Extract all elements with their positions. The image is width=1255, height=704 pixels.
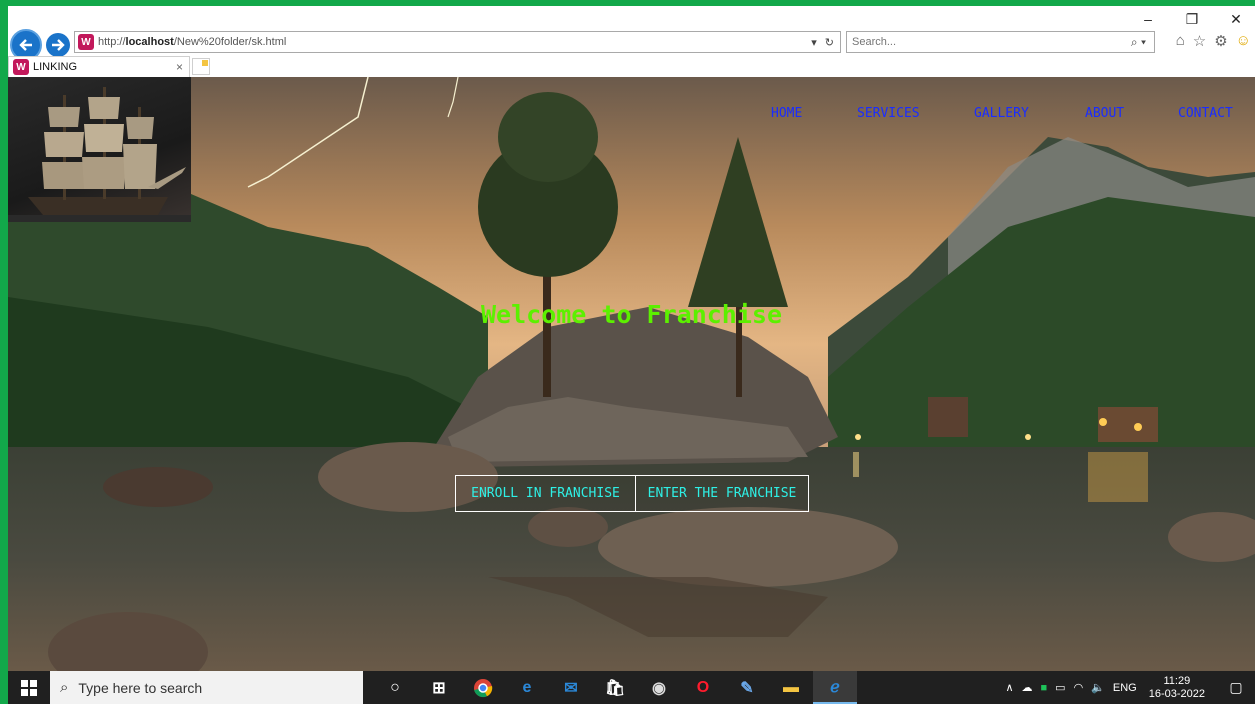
search-icon[interactable]: ⌕ ▾ (1131, 35, 1154, 50)
taskbar-search[interactable]: ⌕ Type here to search (50, 671, 363, 704)
enroll-button[interactable]: ENROLL IN FRANCHISE (455, 475, 636, 512)
favorites-star-icon[interactable]: ☆ (1193, 32, 1206, 50)
store-icon[interactable]: 🛍 (593, 671, 637, 704)
search-icon: ⌕ (60, 679, 69, 696)
nav-services[interactable]: SERVICES (857, 106, 920, 121)
onedrive-icon[interactable]: ☁ (1022, 681, 1033, 694)
system-tray: ∧ ☁ ■ ▭ ◠ 🔈 ENG 11:29 16-03-2022 ▢ (1001, 671, 1255, 704)
windows-start-icon[interactable] (8, 671, 50, 704)
cortana-icon[interactable]: ○ (373, 671, 417, 704)
task-view-icon[interactable]: ⊞ (417, 671, 461, 704)
mail-icon[interactable]: ✉ (549, 671, 593, 704)
app-tray-icon[interactable]: ■ (1041, 682, 1048, 694)
settings-gear-icon[interactable]: ⚙ (1214, 32, 1227, 50)
chrome-icon[interactable] (461, 671, 505, 704)
dropdown-chevron-icon[interactable]: ▾ (811, 36, 817, 49)
file-explorer-icon[interactable]: ▬ (769, 671, 813, 704)
language-indicator[interactable]: ENG (1113, 682, 1137, 694)
taskbar-search-placeholder: Type here to search (78, 679, 203, 696)
back-arrow-icon (19, 39, 32, 51)
site-favicon-icon: W (78, 34, 94, 50)
clock-time: 11:29 (1163, 674, 1191, 687)
nav-home[interactable]: HOME (771, 106, 802, 121)
chevron-up-icon[interactable]: ∧ (1005, 681, 1013, 694)
tab-title: LINKING (33, 61, 78, 73)
web-page: HOME SERVICES GALLERY ABOUT CONTACT Welc… (8, 77, 1255, 671)
ship-logo (8, 77, 191, 222)
close-button[interactable]: ✕ (1227, 8, 1245, 30)
minimize-button[interactable]: – (1139, 8, 1157, 30)
tab-favicon-icon: W (13, 59, 29, 75)
tab-linking[interactable]: W LINKING × (8, 56, 190, 77)
restore-button[interactable]: ❐ (1183, 8, 1201, 30)
ie-icon[interactable]: ℯ (813, 671, 857, 704)
notepad-icon[interactable]: ✎ (725, 671, 769, 704)
home-icon[interactable]: ⌂ (1176, 32, 1185, 50)
forward-button[interactable] (46, 33, 70, 57)
landscape-background (8, 77, 1255, 671)
address-bar[interactable]: W http://localhost/New%20folder/sk.html … (74, 31, 841, 53)
media-icon[interactable]: ◉ (637, 671, 681, 704)
wifi-icon[interactable]: ◠ (1074, 681, 1084, 694)
nav-gallery[interactable]: GALLERY (974, 106, 1029, 121)
ship-logo-image (8, 87, 191, 222)
new-tab-button[interactable] (192, 58, 210, 75)
forward-arrow-icon (52, 39, 65, 51)
url-text: http://localhost/New%20folder/sk.html (98, 36, 287, 48)
clock-date: 16-03-2022 (1148, 687, 1205, 700)
window-controls: – ❐ ✕ (1139, 8, 1245, 30)
windows-taskbar: ⌕ Type here to search ○ ⊞ e ✉ 🛍 ◉ O ✎ ▬ … (8, 671, 1255, 704)
browser-chrome: – ❐ ✕ W http://localhost/New%20folder/sk… (8, 6, 1255, 77)
tab-close-icon[interactable]: × (176, 60, 189, 74)
notification-icon[interactable]: ▢ (1221, 679, 1251, 696)
browser-toolbar: ⌂ ☆ ⚙ ☺ (1176, 32, 1251, 50)
volume-icon[interactable]: 🔈 (1091, 681, 1105, 694)
browser-search-box[interactable]: ⌕ ▾ (846, 31, 1155, 53)
welcome-heading: Welcome to Franchise (480, 300, 783, 329)
enter-franchise-button[interactable]: ENTER THE FRANCHISE (635, 475, 809, 512)
opera-icon[interactable]: O (681, 671, 725, 704)
smiley-feedback-icon[interactable]: ☺ (1236, 32, 1251, 50)
edge-icon[interactable]: e (505, 671, 549, 704)
nav-contact[interactable]: CONTACT (1178, 106, 1233, 121)
clock[interactable]: 11:29 16-03-2022 (1149, 675, 1205, 701)
battery-icon[interactable]: ▭ (1055, 681, 1065, 694)
refresh-icon[interactable]: ↻ (825, 36, 834, 49)
nav-about[interactable]: ABOUT (1085, 106, 1124, 121)
search-input[interactable] (852, 36, 1131, 48)
taskbar-apps: ○ ⊞ e ✉ 🛍 ◉ O ✎ ▬ ℯ (373, 671, 857, 704)
